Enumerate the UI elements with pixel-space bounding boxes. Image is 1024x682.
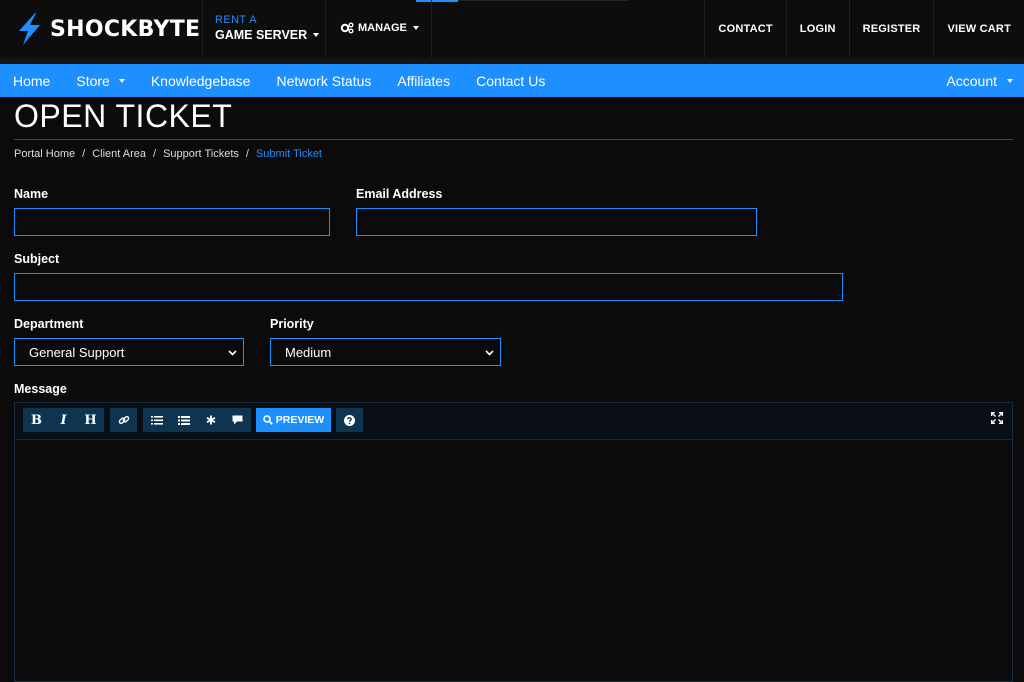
- message-editor[interactable]: B I H PREVIEW: [14, 402, 1013, 682]
- bolt-logo-icon: [19, 13, 40, 45]
- chevron-down-icon: [228, 350, 237, 356]
- main-navbar: Home Store Knowledgebase Network Status …: [0, 64, 1024, 97]
- nav-home-label: Home: [13, 72, 51, 89]
- nav-store-label: Store: [76, 72, 110, 89]
- nav-account[interactable]: Account: [933, 73, 1024, 89]
- ordered-list-icon: [150, 415, 163, 425]
- header-divider: [431, 0, 432, 58]
- nav-knowledgebase[interactable]: Knowledgebase: [138, 73, 264, 89]
- italic-button[interactable]: I: [50, 408, 77, 432]
- rent-game-server-menu[interactable]: RENT A GAME SERVER: [215, 14, 320, 42]
- link-icon: [118, 415, 129, 425]
- brand-name: SHOCKBYTE: [50, 16, 201, 42]
- breadcrumb-portal-home[interactable]: Portal Home: [14, 148, 75, 160]
- rent-game-server-label: GAME SERVER: [215, 28, 320, 42]
- subject-field[interactable]: [14, 273, 843, 301]
- page-title: OPEN TICKET: [14, 98, 233, 134]
- header-divider: [202, 0, 203, 58]
- format-button-group: B I H: [23, 408, 104, 432]
- header-links: CONTACT LOGIN REGISTER VIEW CART: [704, 0, 1024, 58]
- editor-toolbar: B I H PREVIEW: [15, 403, 1012, 440]
- caret-down-icon: [313, 33, 320, 37]
- priority-label: Priority: [270, 317, 314, 331]
- link-button-group: [110, 408, 137, 432]
- priority-select[interactable]: Medium: [270, 338, 501, 366]
- manage-label: MANAGE: [358, 22, 407, 34]
- email-label: Email Address: [356, 187, 443, 201]
- caret-down-icon: [1007, 78, 1013, 83]
- view-cart-link[interactable]: VIEW CART: [933, 0, 1024, 58]
- nav-network-status-label: Network Status: [276, 72, 372, 89]
- message-label: Message: [14, 382, 67, 396]
- breadcrumb-submit-ticket: Submit Ticket: [255, 148, 322, 160]
- brand-logo[interactable]: SHOCKBYTE: [14, 12, 200, 46]
- help-button[interactable]: [336, 408, 363, 432]
- priority-selected-value: Medium: [285, 344, 332, 360]
- nav-account-label: Account: [946, 72, 997, 89]
- list-button-group: [143, 408, 251, 432]
- chevron-down-icon: [485, 350, 494, 356]
- breadcrumb-separator: /: [82, 148, 86, 160]
- preview-label: PREVIEW: [275, 414, 325, 426]
- breadcrumb-separator: /: [153, 148, 157, 160]
- comment-icon: [232, 415, 243, 425]
- header-accent-line-2: [458, 0, 628, 1]
- department-select[interactable]: General Support: [14, 338, 244, 366]
- header-divider: [325, 0, 326, 58]
- nav-contact-us[interactable]: Contact Us: [463, 73, 558, 89]
- rent-label: RENT A: [215, 14, 257, 26]
- unordered-list-button[interactable]: [170, 408, 197, 432]
- subject-label: Subject: [14, 252, 60, 266]
- breadcrumb-separator: /: [245, 148, 249, 160]
- nav-affiliates-label: Affiliates: [397, 72, 451, 89]
- quote-button[interactable]: [224, 408, 251, 432]
- department-label: Department: [14, 317, 84, 331]
- nav-affiliates[interactable]: Affiliates: [384, 73, 463, 89]
- department-selected-value: General Support: [29, 344, 125, 360]
- asterisk-icon: [206, 415, 215, 425]
- name-label: Name: [14, 187, 49, 201]
- cogs-icon: [340, 22, 354, 34]
- search-icon: [262, 415, 273, 425]
- heading-button[interactable]: H: [77, 408, 104, 432]
- email-field[interactable]: [356, 208, 757, 236]
- title-divider: [14, 139, 1013, 140]
- preview-button[interactable]: PREVIEW: [256, 408, 331, 432]
- bold-button[interactable]: B: [23, 408, 50, 432]
- nav-home[interactable]: Home: [0, 73, 63, 89]
- header-accent-line: [416, 0, 458, 2]
- breadcrumb-client-area[interactable]: Client Area: [92, 148, 146, 160]
- nav-network-status[interactable]: Network Status: [263, 73, 384, 89]
- breadcrumb: Portal Home / Client Area / Support Tick…: [14, 148, 322, 160]
- unordered-list-icon: [177, 415, 190, 425]
- top-header: SHOCKBYTE RENT A GAME SERVER MANAGE CONT…: [0, 0, 1024, 58]
- manage-menu[interactable]: MANAGE: [340, 22, 419, 34]
- nav-store[interactable]: Store: [63, 73, 137, 89]
- nav-contact-us-label: Contact Us: [476, 72, 546, 89]
- fullscreen-icon[interactable]: [991, 412, 1003, 424]
- caret-down-icon: [412, 26, 419, 30]
- question-circle-icon: [344, 414, 355, 426]
- nav-knowledgebase-label: Knowledgebase: [150, 72, 251, 89]
- login-link[interactable]: LOGIN: [785, 0, 849, 58]
- ordered-list-button[interactable]: [143, 408, 170, 432]
- register-link[interactable]: REGISTER: [848, 0, 934, 58]
- name-field[interactable]: [14, 208, 330, 236]
- breadcrumb-support-tickets[interactable]: Support Tickets: [163, 148, 239, 160]
- link-button[interactable]: [110, 408, 137, 432]
- game-server-label: GAME SERVER: [215, 28, 308, 42]
- contact-link[interactable]: CONTACT: [704, 0, 785, 58]
- caret-down-icon: [118, 78, 125, 83]
- code-button[interactable]: [197, 408, 224, 432]
